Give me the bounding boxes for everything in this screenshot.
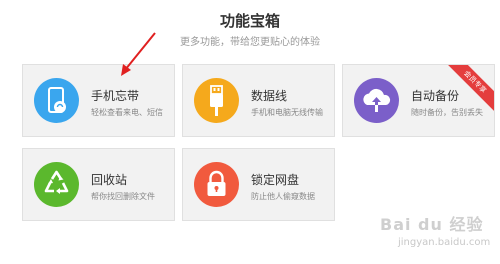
phone-cloud-icon [34,78,79,123]
card-description: 手机和电脑无线传输 [251,108,323,117]
feature-card-lock-drive[interactable]: 锁定网盘 防止他人偷窥数据 [182,148,335,221]
feature-card-data-cable[interactable]: 数据线 手机和电脑无线传输 [182,64,335,137]
annotation-arrow [121,32,156,76]
card-title: 手机忘带 [91,89,140,103]
card-description: 帮你找回删除文件 [91,192,155,201]
cloud-upload-icon [354,78,399,123]
card-description: 轻松查看来电、短信 [91,108,163,117]
usb-cable-icon [194,78,239,123]
recycle-icon [34,162,79,207]
feature-card-recycle-bin[interactable]: 回收站 帮你找回删除文件 [22,148,175,221]
card-title: 自动备份 [411,89,460,103]
lock-icon [194,162,239,207]
watermark-url: jingyan.baidu.com [398,237,491,248]
page-subtitle: 更多功能，带给您更贴心的体验 [180,37,320,48]
card-title: 数据线 [251,89,288,103]
card-title: 锁定网盘 [251,173,300,187]
watermark-brand: Bai du 经验 [380,215,484,234]
card-title: 回收站 [91,173,128,187]
card-description: 防止他人偷窥数据 [251,192,315,201]
card-description: 随时备份，告别丢失 [411,108,483,117]
page-title: 功能宝箱 [219,12,280,30]
feature-card-auto-backup[interactable]: 自动备份 随时备份，告别丢失 会员专享 [342,64,495,137]
baidu-watermark: Bai du 经验 jingyan.baidu.com [380,205,496,261]
